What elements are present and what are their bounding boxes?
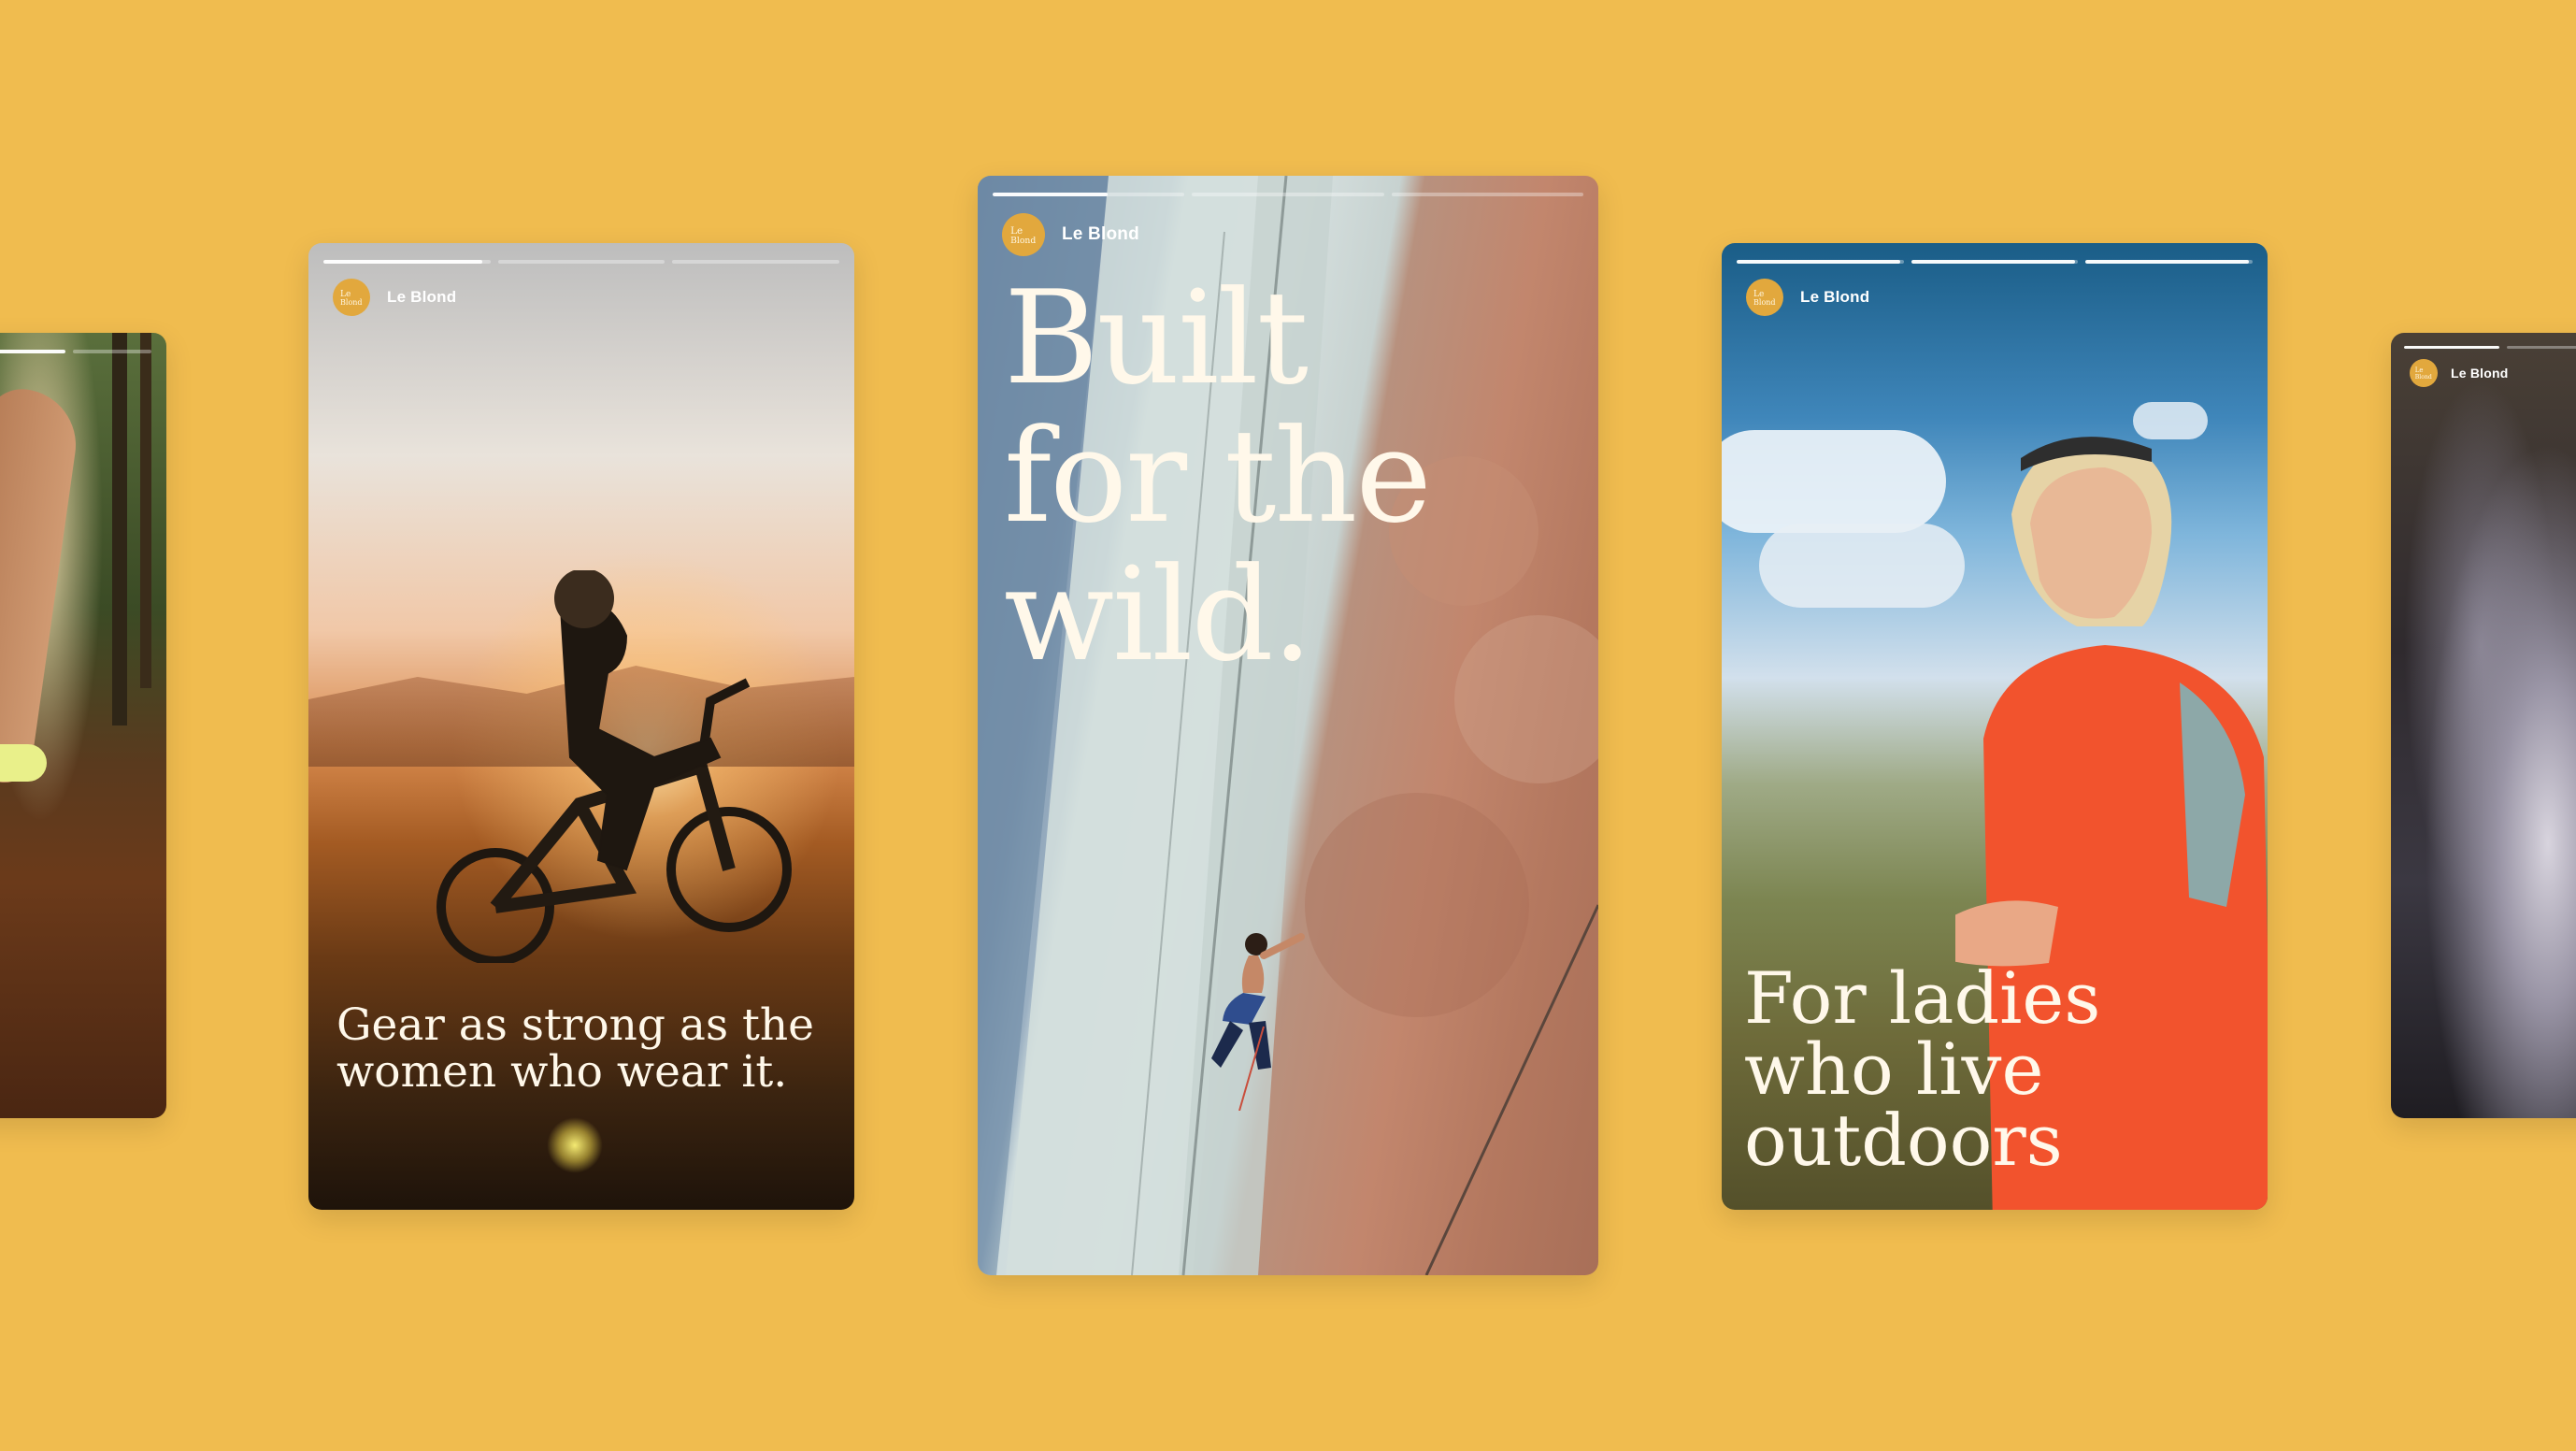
- story-progress-bar: [0, 350, 151, 353]
- progress-segment: [672, 260, 840, 264]
- account-name[interactable]: Le Blond: [1800, 288, 1869, 307]
- svg-text:Le: Le: [2415, 366, 2424, 374]
- progress-segment: [2404, 346, 2499, 349]
- progress-segment: [1737, 260, 1904, 264]
- account-name[interactable]: Le Blond: [1062, 224, 1139, 245]
- account-name[interactable]: Le Blond: [387, 288, 456, 307]
- svg-text:Blond: Blond: [1010, 236, 1036, 246]
- progress-segment: [993, 193, 1185, 196]
- svg-text:Blond: Blond: [340, 298, 363, 307]
- running-shoe: [0, 744, 47, 782]
- tree-trunk: [140, 333, 151, 688]
- story-account-header[interactable]: Le Blond Le Blond: [2410, 359, 2508, 387]
- svg-text:Le: Le: [1010, 225, 1023, 237]
- progress-segment: [497, 260, 665, 264]
- story-card-far-left[interactable]: [0, 333, 166, 1118]
- tree-trunk: [112, 333, 127, 726]
- le-blond-logo-icon[interactable]: Le Blond: [333, 279, 370, 316]
- progress-segment: [1911, 260, 2079, 264]
- story-card-far-right[interactable]: Le Blond Le Blond: [2391, 333, 2576, 1118]
- story-progress-bar: [1737, 260, 2254, 264]
- story-account-header[interactable]: Le Blond Le Blond: [333, 279, 456, 316]
- le-blond-logo-icon[interactable]: Le Blond: [1746, 279, 1783, 316]
- le-blond-logo-icon[interactable]: Le Blond: [2410, 359, 2438, 387]
- runner-leg: [0, 384, 83, 786]
- story-account-header[interactable]: Le Blond Le Blond: [1746, 279, 1869, 316]
- lens-flare: [547, 1117, 603, 1173]
- story-progress-bar: [2404, 346, 2576, 349]
- climber-illustration: [1211, 933, 1305, 1111]
- story-caption: For ladies who live outdoors: [1744, 956, 2101, 1182]
- progress-segment: [1391, 193, 1583, 196]
- cloud: [1759, 524, 1965, 608]
- progress-segment: [1192, 193, 1384, 196]
- cloud: [1722, 430, 1946, 533]
- account-name[interactable]: Le Blond: [2451, 366, 2508, 381]
- story-caption: Gear as strong as the women who wear it.: [336, 999, 814, 1098]
- progress-segment: [2507, 346, 2576, 349]
- cyclist-illustration: [436, 570, 792, 963]
- svg-text:Blond: Blond: [1753, 298, 1776, 307]
- le-blond-logo-icon[interactable]: Le Blond: [1002, 213, 1045, 256]
- story-account-header[interactable]: Le Blond Le Blond: [1002, 213, 1139, 256]
- progress-segment: [73, 350, 151, 353]
- svg-text:Blond: Blond: [2415, 374, 2432, 381]
- progress-segment: [2085, 260, 2254, 264]
- story-card-climber[interactable]: Le Blond Le Blond Built for the wild.: [978, 176, 1598, 1275]
- story-card-cyclist[interactable]: Le Blond Le Blond Gear as strong as the w…: [308, 243, 854, 1210]
- story-caption: Built for the wild.: [1004, 263, 1432, 690]
- story-progress-bar: [993, 193, 1583, 196]
- progress-segment: [323, 260, 491, 264]
- story-card-hiker[interactable]: Le Blond Le Blond For ladies who live out…: [1722, 243, 2268, 1210]
- story-progress-bar: [323, 260, 840, 264]
- progress-segment: [0, 350, 65, 353]
